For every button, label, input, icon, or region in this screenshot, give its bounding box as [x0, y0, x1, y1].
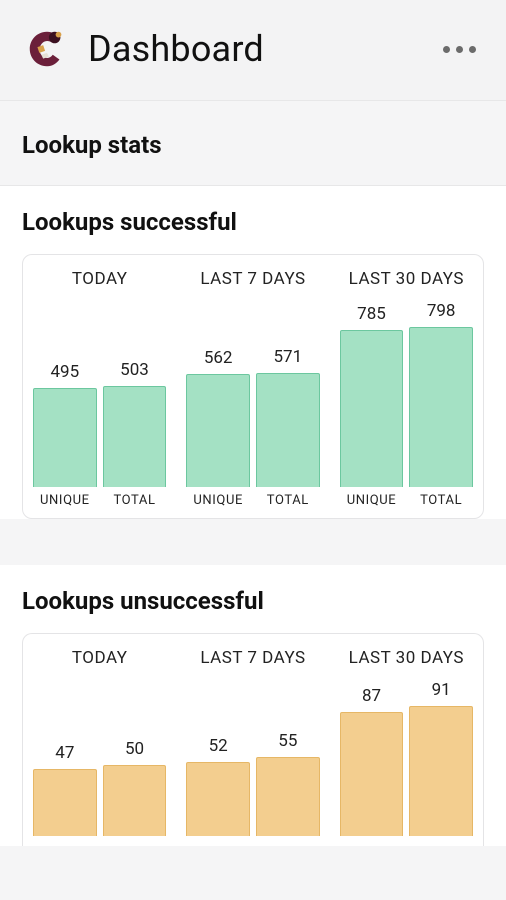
chart-unsuccessful: TODAY 47 50 LAST 7 DAYS 52 — [22, 633, 484, 846]
bar-total: 50 — [103, 739, 167, 836]
bar-value: 503 — [120, 360, 149, 380]
bar-unique: 562 — [186, 348, 250, 487]
bar-value: 571 — [274, 347, 303, 367]
bar-total: 503 — [103, 360, 167, 487]
app-logo-icon — [24, 26, 70, 72]
bar-value: 495 — [51, 362, 80, 382]
group-title: LAST 30 DAYS — [340, 269, 473, 289]
bar-total: 55 — [256, 731, 320, 836]
card-spacer — [0, 519, 506, 565]
bars-area: 52 55 — [186, 676, 319, 836]
app-header: Dashboard — [0, 0, 506, 101]
chart-group-today: TODAY 47 50 — [33, 648, 166, 836]
page-title: Dashboard — [88, 28, 264, 70]
bar-value: 55 — [278, 731, 297, 751]
group-title: TODAY — [33, 269, 166, 289]
bar-rect — [409, 327, 473, 487]
axis-labels: UNIQUE TOTAL — [33, 493, 166, 508]
section-title-bar: Lookup stats — [0, 101, 506, 186]
bar-rect — [256, 373, 320, 487]
chart-group-last7: LAST 7 DAYS 562 571 UNIQUE TOTAL — [186, 269, 319, 508]
bar-rect — [409, 706, 473, 836]
bar-unique: 52 — [186, 736, 250, 836]
bar-rect — [340, 712, 404, 836]
bar-value: 87 — [362, 686, 381, 706]
chart-group-last7: LAST 7 DAYS 52 55 — [186, 648, 319, 836]
card-lookups-successful: Lookups successful TODAY 495 503 UNIQUE — [0, 186, 506, 519]
dot-icon — [456, 46, 463, 53]
chart-group-last30: LAST 30 DAYS 87 91 — [340, 648, 473, 836]
bar-value: 91 — [432, 680, 451, 700]
bar-total: 91 — [409, 680, 473, 836]
bar-total: 571 — [256, 347, 320, 487]
axis-label-unique: UNIQUE — [186, 493, 250, 508]
bar-unique: 47 — [33, 743, 97, 836]
bars-area: 785 798 — [340, 297, 473, 487]
group-title: LAST 7 DAYS — [186, 648, 319, 668]
bar-rect — [256, 757, 320, 836]
bars-area: 562 571 — [186, 297, 319, 487]
group-title: LAST 7 DAYS — [186, 269, 319, 289]
bar-value: 52 — [209, 736, 228, 756]
bar-rect — [33, 388, 97, 487]
bar-rect — [103, 765, 167, 836]
bars-area: 495 503 — [33, 297, 166, 487]
axis-label-total: TOTAL — [256, 493, 320, 508]
bar-rect — [186, 762, 250, 836]
bar-total: 798 — [409, 301, 473, 487]
bar-value: 47 — [55, 743, 74, 763]
bar-unique: 495 — [33, 362, 97, 487]
chart-row: TODAY 495 503 UNIQUE TOTAL — [33, 269, 473, 508]
dot-icon — [443, 46, 450, 53]
card-title: Lookups successful — [22, 208, 484, 236]
chart-row: TODAY 47 50 LAST 7 DAYS 52 — [33, 648, 473, 836]
card-title: Lookups unsuccessful — [22, 587, 484, 615]
axis-labels: UNIQUE TOTAL — [186, 493, 319, 508]
dot-icon — [469, 46, 476, 53]
bar-unique: 87 — [340, 686, 404, 836]
more-options-button[interactable] — [437, 40, 482, 59]
bars-area: 87 91 — [340, 676, 473, 836]
chart-successful: TODAY 495 503 UNIQUE TOTAL — [22, 254, 484, 519]
axis-labels: UNIQUE TOTAL — [340, 493, 473, 508]
bar-rect — [103, 386, 167, 487]
axis-label-total: TOTAL — [409, 493, 473, 508]
bar-value: 798 — [427, 301, 456, 321]
axis-label-unique: UNIQUE — [340, 493, 404, 508]
bar-rect — [33, 769, 97, 836]
chart-group-today: TODAY 495 503 UNIQUE TOTAL — [33, 269, 166, 508]
group-title: LAST 30 DAYS — [340, 648, 473, 668]
chart-group-last30: LAST 30 DAYS 785 798 UNIQUE TOTAL — [340, 269, 473, 508]
bar-value: 785 — [357, 304, 386, 324]
axis-label-total: TOTAL — [103, 493, 167, 508]
bar-rect — [186, 374, 250, 487]
header-left: Dashboard — [24, 26, 264, 72]
bars-area: 47 50 — [33, 676, 166, 836]
card-lookups-unsuccessful: Lookups unsuccessful TODAY 47 50 LAST 7 … — [0, 565, 506, 846]
bar-value: 562 — [204, 348, 233, 368]
bar-rect — [340, 330, 404, 487]
bar-unique: 785 — [340, 304, 404, 487]
axis-label-unique: UNIQUE — [33, 493, 97, 508]
bar-value: 50 — [125, 739, 144, 759]
group-title: TODAY — [33, 648, 166, 668]
section-title: Lookup stats — [22, 131, 484, 159]
